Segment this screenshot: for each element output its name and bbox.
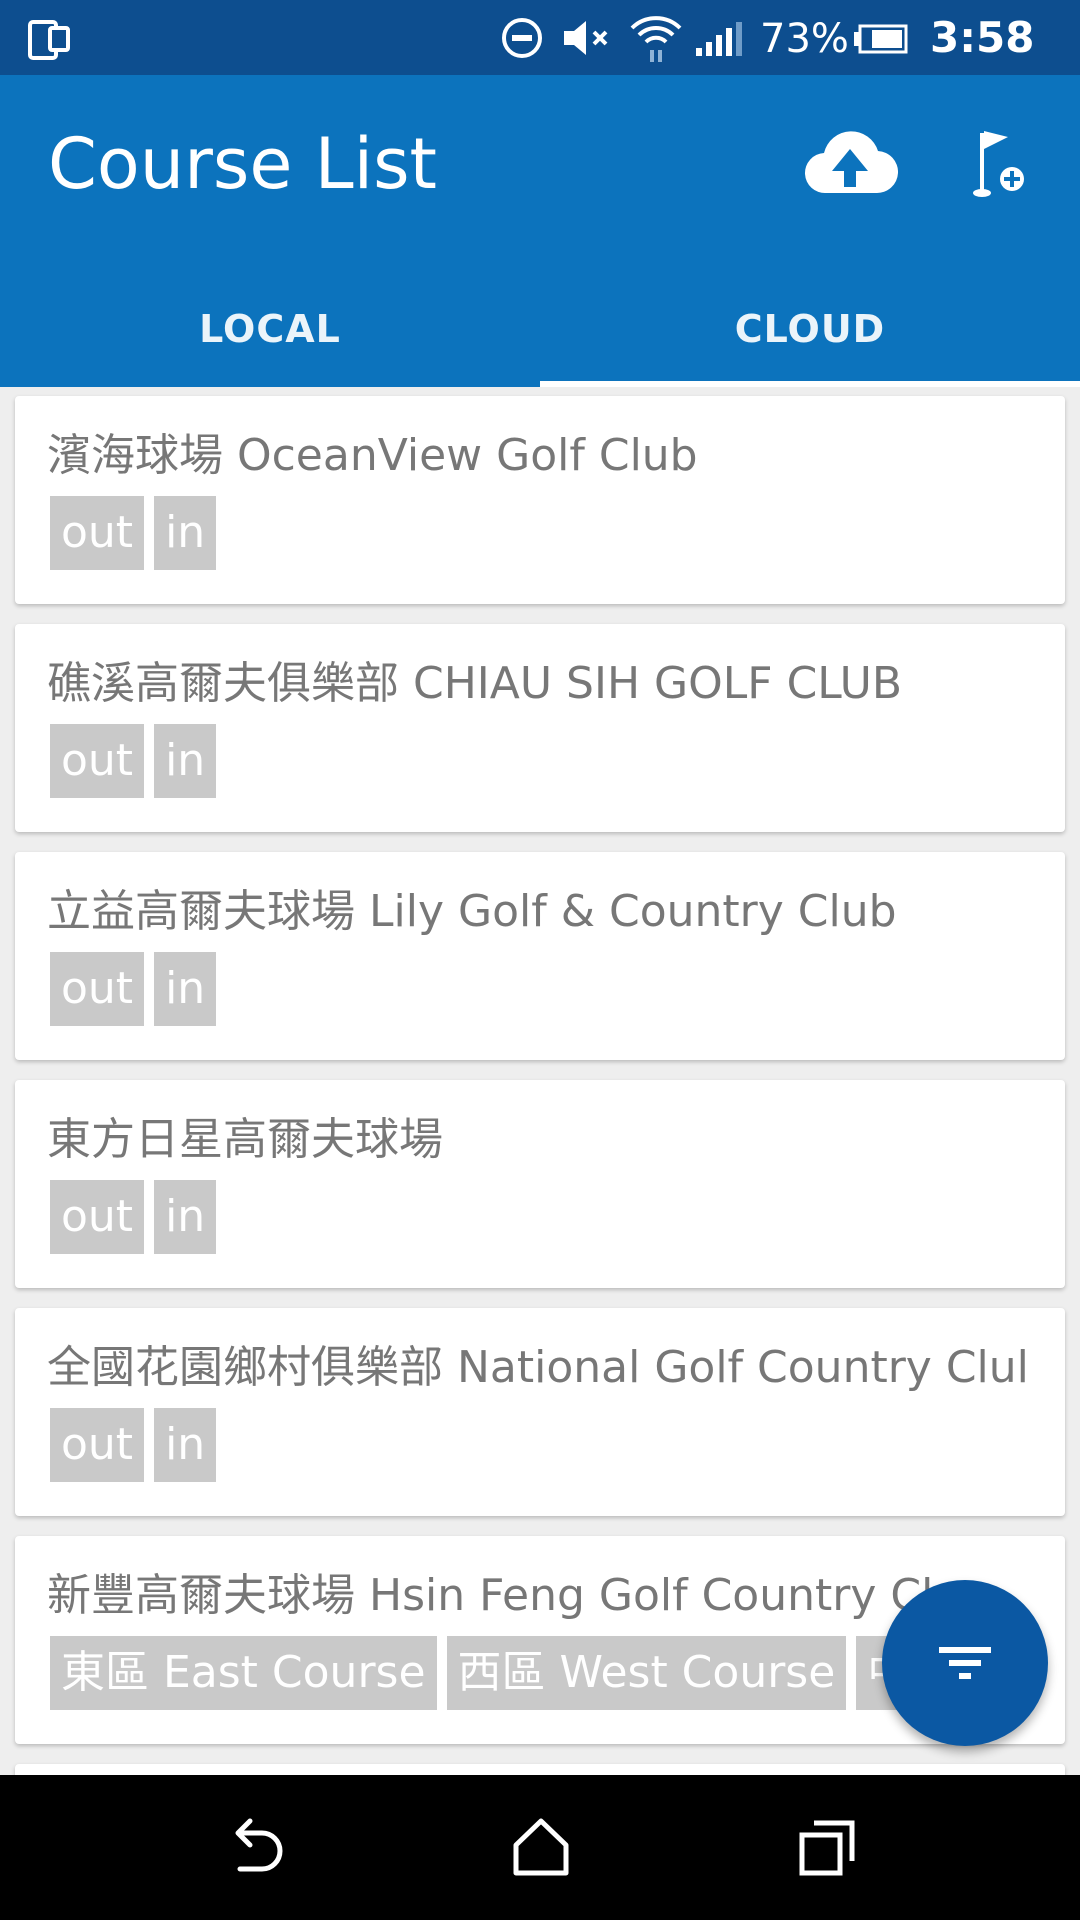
- course-name: 全國花園鄉村俱樂部 National Golf Country Clul: [47, 1342, 1029, 1393]
- cloud-upload-icon[interactable]: [802, 121, 898, 211]
- tab-cloud[interactable]: CLOUD: [540, 270, 1080, 387]
- course-card[interactable]: 濱海球場 OceanView Golf Club out in: [15, 396, 1065, 604]
- course-chip[interactable]: 西區 West Course: [446, 1636, 847, 1710]
- course-chips: out in: [50, 1408, 217, 1482]
- do-not-disturb-icon: [502, 18, 542, 58]
- course-chip[interactable]: out: [50, 496, 145, 570]
- wifi-icon: [630, 16, 682, 62]
- course-chips: 東區 East Course 西區 West Course 中: [50, 1636, 923, 1710]
- course-chip[interactable]: 東區 East Course: [50, 1636, 437, 1710]
- course-card[interactable]: 礁溪高爾夫俱樂部 CHIAU SIH GOLF CLUB out in: [15, 624, 1065, 832]
- course-list[interactable]: 濱海球場 OceanView Golf Club out in 礁溪高爾夫俱樂部…: [0, 387, 1080, 1775]
- course-chips: out in: [50, 1180, 217, 1254]
- course-chip[interactable]: out: [50, 724, 145, 798]
- page-title: Course List: [48, 123, 437, 205]
- home-icon[interactable]: [510, 1811, 572, 1881]
- course-chip[interactable]: out: [50, 1180, 145, 1254]
- course-name: 新豐高爾夫球場 Hsin Feng Golf Country Cl: [47, 1570, 934, 1621]
- course-chip[interactable]: in: [154, 496, 217, 570]
- course-name: 礁溪高爾夫俱樂部 CHIAU SIH GOLF CLUB: [47, 658, 903, 709]
- back-icon[interactable]: [222, 1811, 286, 1881]
- course-card[interactable]: 東方日星高爾夫球場 out in: [15, 1080, 1065, 1288]
- add-course-flag-icon[interactable]: [968, 125, 1028, 201]
- course-chips: out in: [50, 952, 217, 1026]
- course-chip[interactable]: in: [154, 724, 217, 798]
- filter-icon: [939, 1647, 991, 1679]
- recent-apps-icon[interactable]: [796, 1811, 860, 1881]
- course-name: 東方日星高爾夫球場: [47, 1114, 443, 1165]
- course-chip[interactable]: out: [50, 1408, 145, 1482]
- course-name: 濱海球場 OceanView Golf Club: [47, 430, 698, 481]
- course-chips: out in: [50, 496, 217, 570]
- app-bar: Course List LOCAL CLOUD: [0, 75, 1080, 387]
- signal-icon: [696, 22, 742, 56]
- course-card[interactable]: [15, 1764, 1065, 1775]
- course-chip[interactable]: in: [154, 1408, 217, 1482]
- course-card[interactable]: 立益高爾夫球場 Lily Golf & Country Club out in: [15, 852, 1065, 1060]
- course-chips: out in: [50, 724, 217, 798]
- status-bar: 73% 3:58 PM: [0, 0, 1080, 111]
- battery-icon: [854, 24, 908, 54]
- course-chip[interactable]: in: [154, 1180, 217, 1254]
- tab-local[interactable]: LOCAL: [0, 270, 540, 387]
- filter-button[interactable]: [882, 1580, 1048, 1746]
- course-chip[interactable]: out: [50, 952, 145, 1026]
- course-chip[interactable]: in: [154, 952, 217, 1026]
- navigation-bar: [0, 1775, 1080, 1920]
- course-name: 立益高爾夫球場 Lily Golf & Country Club: [47, 886, 897, 937]
- course-card[interactable]: 全國花園鄉村俱樂部 National Golf Country Clul out…: [15, 1308, 1065, 1516]
- tab-bar: LOCAL CLOUD: [0, 270, 1080, 387]
- volume-mute-icon: [564, 21, 608, 55]
- battery-percent: 73%: [760, 16, 849, 62]
- clock-time: 3:58: [930, 13, 1035, 62]
- device-icon: [28, 20, 70, 60]
